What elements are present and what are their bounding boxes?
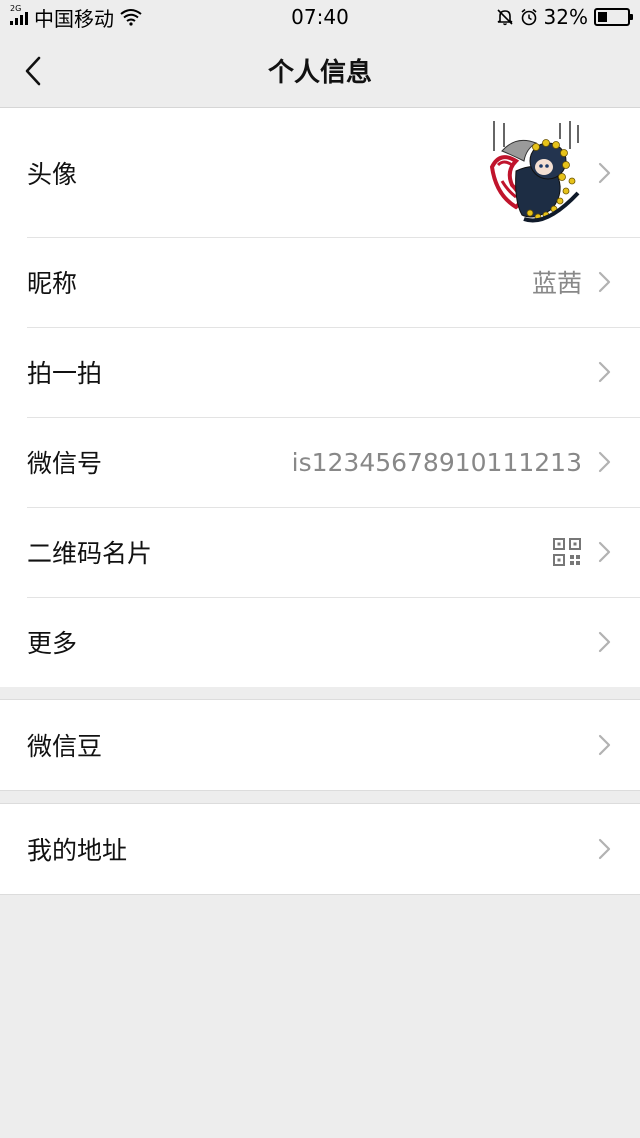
row-my-address[interactable]: 我的地址 [0,804,640,894]
chevron-right-icon [598,361,611,383]
signal-icon: 2G [10,4,28,25]
chevron-right-icon [598,734,611,756]
address-group: 我的地址 [0,803,640,895]
wifi-icon [120,9,142,26]
chevron-right-icon [598,541,611,563]
beans-group: 微信豆 [0,699,640,791]
row-label: 拍一拍 [27,359,103,388]
alarm-icon [521,8,537,26]
wechat-id-value: is12345678910111213 [291,447,582,477]
network-type: 2G [10,4,22,13]
chevron-right-icon [598,271,611,293]
battery-icon [594,8,633,26]
row-label: 我的地址 [27,836,128,865]
row-avatar[interactable]: 头像 [0,108,640,237]
chevron-right-icon [598,162,611,183]
row-wechat-id[interactable]: 微信号 is12345678910111213 [0,417,640,507]
row-nickname[interactable]: 昵称 蓝茜 [0,237,640,327]
row-qr-card[interactable]: 二维码名片 [0,507,640,597]
avatar[interactable] [486,120,584,225]
back-button[interactable] [18,52,48,90]
status-left: 2G 中国移动 [10,3,142,32]
row-pat[interactable]: 拍一拍 [0,327,640,417]
qr-code-icon [553,538,581,566]
row-more[interactable]: 更多 [0,597,640,687]
row-label: 微信号 [27,449,103,478]
nav-bar: 个人信息 [0,34,640,108]
profile-settings-group: 头像 昵称 蓝茜 拍一拍 微信号 is12345678910111213 二维码… [0,108,640,687]
mute-bell-icon [496,9,513,26]
row-label: 昵称 [27,269,78,298]
row-label: 二维码名片 [27,539,153,568]
row-label: 头像 [27,159,78,189]
nickname-value: 蓝茜 [531,269,582,298]
row-label: 微信豆 [27,732,103,761]
battery-percent: 32% [543,5,588,29]
status-bar: 2G 中国移动 07:40 32% [0,0,640,34]
chevron-right-icon [598,838,611,860]
battery-fill [598,12,607,22]
page-title: 个人信息 [267,58,372,88]
row-label: 更多 [27,629,78,658]
chevron-right-icon [598,451,611,473]
chevron-right-icon [598,631,611,653]
carrier-name: 中国移动 [34,6,114,31]
status-right: 32% [496,5,633,29]
row-wechat-beans[interactable]: 微信豆 [0,700,640,790]
chevron-left-icon [25,56,41,86]
